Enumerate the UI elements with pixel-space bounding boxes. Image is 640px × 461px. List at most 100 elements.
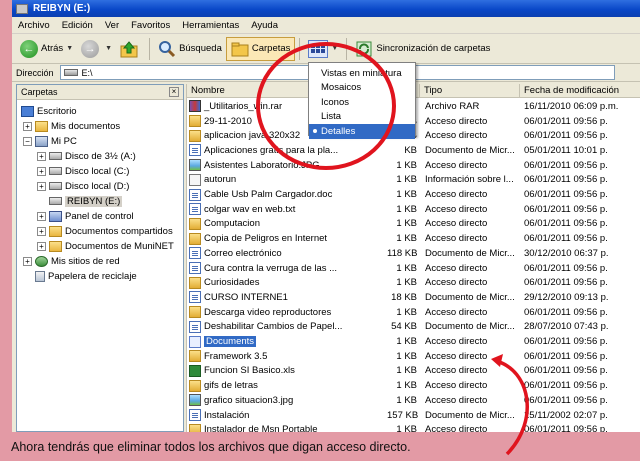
title-bar[interactable]: REIBYN (E:) <box>12 0 640 17</box>
file-size: 1 KB <box>396 336 417 348</box>
file-row[interactable]: Cable Usb Palm Cargador.doc 1 KB Acceso di… <box>187 187 640 202</box>
views-dropdown-menu: Vistas en miniatura Mosaicos Iconos List… <box>308 62 416 139</box>
view-option-tiles[interactable]: Mosaicos <box>309 81 415 96</box>
file-row[interactable]: Correo electrónico 118 KB Documento de Mic… <box>187 246 640 261</box>
expand-icon[interactable]: + <box>23 121 32 131</box>
file-row[interactable]: Copia de Peligros en Internet 1 KB Acceso … <box>187 231 640 246</box>
file-size: KB <box>404 144 417 156</box>
sync-folders-button[interactable]: Sincronización de carpetas <box>351 37 494 61</box>
file-name: Cura contra la verruga de las ... <box>204 262 338 274</box>
file-name: Cable Usb Palm Cargador.doc <box>204 189 333 201</box>
folders-button[interactable]: Carpetas <box>225 36 296 61</box>
column-header-type[interactable]: Tipo <box>420 84 520 98</box>
forward-button[interactable]: → ▼ <box>77 37 116 61</box>
toolbar-separator <box>149 37 151 60</box>
view-option-details[interactable]: Detalles <box>309 124 415 139</box>
menu-herramientas[interactable]: Herramientas <box>176 20 245 31</box>
file-size: 1 KB <box>396 218 417 230</box>
folder-shortcut-icon <box>189 423 201 432</box>
folder-shortcut-icon <box>189 306 201 319</box>
explorer-window: REIBYN (E:) Archivo Edición Ver Favorito… <box>12 0 640 432</box>
file-row[interactable]: gifs de letras 1 KB Acceso directo 06/01/20… <box>187 378 640 393</box>
expand-icon[interactable]: + <box>37 166 46 176</box>
tree-item-mis-documentos[interactable]: + Mis documentos <box>23 119 120 133</box>
file-name: Copia de Peligros en Internet <box>204 233 328 245</box>
tree-item-escritorio[interactable]: Escritorio <box>21 104 77 118</box>
view-option-list[interactable]: Lista <box>309 110 415 125</box>
file-row[interactable]: Curiosidades 1 KB Acceso directo 06/01/2011… <box>187 275 640 290</box>
tree-item-papelera[interactable]: Papelera de reciclaje <box>35 269 137 283</box>
tree-item-mi-pc[interactable]: − Mi PC <box>23 134 77 148</box>
file-row[interactable]: Cura contra la verruga de las ... 1 KB Acc… <box>187 261 640 276</box>
file-name-cell: Deshabilitar Cambios de Papel... <box>187 320 387 333</box>
back-button[interactable]: ← Atrás ▼ <box>16 37 77 61</box>
menu-favoritos[interactable]: Favoritos <box>125 20 176 31</box>
tree-item-label: REIBYN (E:) <box>65 195 123 207</box>
file-name: Descarga video reproductores <box>204 306 332 318</box>
tree-item-disco-d[interactable]: + Disco local (D:) <box>37 179 129 193</box>
menu-edicion[interactable]: Edición <box>56 20 99 31</box>
tree-item-sitios-red[interactable]: + Mis sitios de red <box>23 254 120 268</box>
search-button[interactable]: Búsqueda <box>154 37 226 61</box>
file-name: _Utilitarios_win.rar <box>204 100 283 112</box>
views-button[interactable]: ▼ <box>304 37 342 61</box>
file-row[interactable]: autorun 1 KB Información sobre l... 06/01/2… <box>187 173 640 188</box>
drive-icon <box>16 3 28 14</box>
tree-item-reibyn[interactable]: REIBYN (E:) <box>49 194 123 208</box>
expand-icon[interactable]: + <box>37 151 46 161</box>
file-type: Documento de Micr... <box>425 409 515 421</box>
file-row[interactable]: Descarga video reproductores 1 KB Acceso d… <box>187 305 640 320</box>
file-row[interactable]: Funcion SI Basico.xls 1 KB Acceso directo 0… <box>187 364 640 379</box>
file-row[interactable]: colgar wav en web.txt 1 KB Acceso directo 0… <box>187 202 640 217</box>
expand-icon[interactable]: + <box>37 211 46 221</box>
toolbar-separator <box>346 37 348 60</box>
file-name-cell: Correo electrónico <box>187 247 387 260</box>
tree-item-documentos-compartidos[interactable]: + Documentos compartidos <box>37 224 173 238</box>
file-date: 06/01/2011 09:56 p. <box>524 336 608 348</box>
expand-icon[interactable]: + <box>37 181 46 191</box>
file-type: Acceso directo <box>425 277 488 289</box>
folder-shortcut-icon <box>189 217 201 230</box>
expand-icon[interactable]: + <box>37 226 46 236</box>
file-date: 06/01/2011 09:56 p. <box>524 424 608 432</box>
file-name-cell: Instalador de Msn Portable <box>187 423 387 432</box>
menu-ayuda[interactable]: Ayuda <box>245 20 284 31</box>
view-option-thumbnails[interactable]: Vistas en miniatura <box>309 66 415 81</box>
folder-shortcut-icon <box>189 350 201 363</box>
file-type: Acceso directo <box>425 424 488 432</box>
close-icon[interactable]: × <box>169 87 179 97</box>
tree-item-disco-c[interactable]: + Disco local (C:) <box>37 164 129 178</box>
file-row[interactable]: Instalación 157 KB Documento de Micr... 25/… <box>187 408 640 423</box>
column-header-date[interactable]: Fecha de modificación <box>520 84 640 98</box>
folders-pane-header: Carpetas × <box>17 85 183 100</box>
expand-icon[interactable]: + <box>37 241 46 251</box>
folder-shortcut-icon <box>189 129 201 142</box>
toolbar-separator <box>299 37 301 60</box>
file-size: 1 KB <box>396 350 417 362</box>
view-option-icons[interactable]: Iconos <box>309 95 415 110</box>
file-row[interactable]: Documents 1 KB Acceso directo 06/01/2011 09… <box>187 334 640 349</box>
menu-bar: Archivo Edición Ver Favoritos Herramient… <box>12 17 640 34</box>
menu-ver[interactable]: Ver <box>99 20 125 31</box>
file-row[interactable]: Deshabilitar Cambios de Papel... 54 KB Doc… <box>187 320 640 335</box>
file-name: CURSO INTERNE1 <box>204 291 288 303</box>
expand-icon[interactable]: + <box>23 256 32 266</box>
tree-item-panel-control[interactable]: + Panel de control <box>37 209 134 223</box>
file-row[interactable]: grafico situacion3.jpg 1 KB Acceso directo… <box>187 393 640 408</box>
file-row[interactable]: Computacion 1 KB Acceso directo 06/01/2011 … <box>187 217 640 232</box>
tree-item-documentos-muninet[interactable]: + Documentos de MuniNET <box>37 239 174 253</box>
file-name: Correo electrónico <box>204 247 282 259</box>
file-row[interactable]: Asistentes Laboratorio.JPG 1 KB Acceso dir… <box>187 158 640 173</box>
file-row[interactable]: Instalador de Msn Portable 1 KB Acceso dir… <box>187 422 640 432</box>
views-grid-icon <box>308 39 329 58</box>
file-date: 06/01/2011 09:56 p. <box>524 218 608 230</box>
file-name: grafico situacion3.jpg <box>204 394 294 406</box>
sync-icon <box>356 41 372 56</box>
file-row[interactable]: Aplicaciones gratis para la pla... KB Docu… <box>187 143 640 158</box>
tree-item-disco-a[interactable]: + Disco de 3½ (A:) <box>37 149 136 163</box>
file-row[interactable]: Framework 3.5 1 KB Acceso directo 06/01/201… <box>187 349 640 364</box>
menu-archivo[interactable]: Archivo <box>12 20 56 31</box>
collapse-icon[interactable]: − <box>23 136 32 146</box>
up-folder-button[interactable] <box>116 37 145 61</box>
file-row[interactable]: CURSO INTERNE1 18 KB Documento de Micr... 2… <box>187 290 640 305</box>
